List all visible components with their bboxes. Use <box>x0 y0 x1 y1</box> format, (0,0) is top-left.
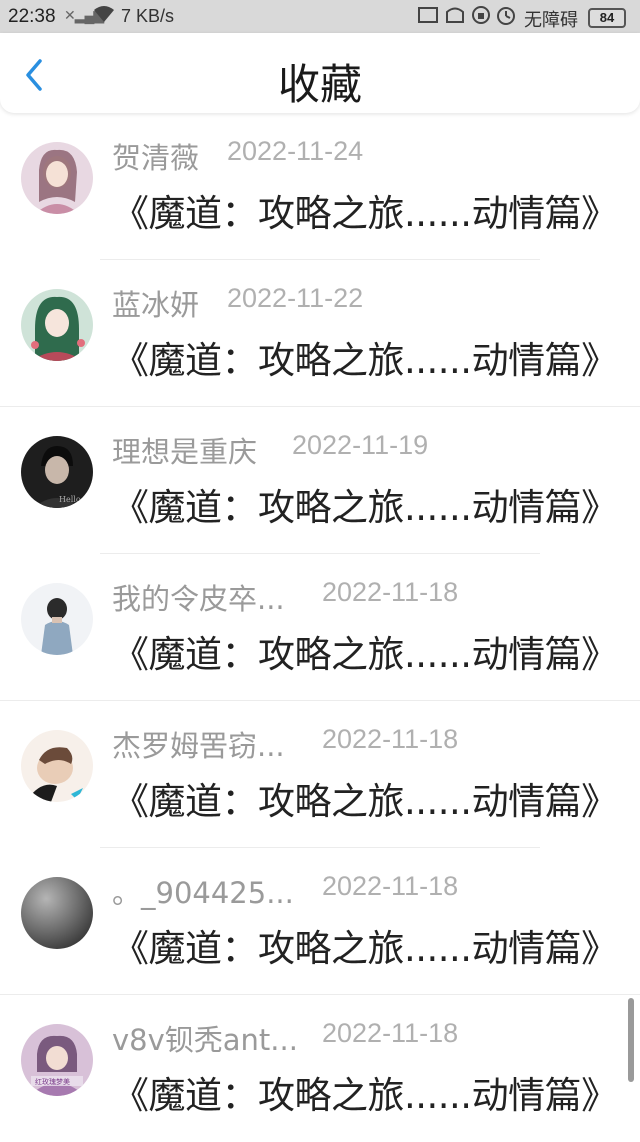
status-bar: 22:38 ✕▂▄▆ 7 KB/s 无障碍 84 <box>0 0 640 33</box>
list-item[interactable]: 杰罗姆罟窃... 2022-11-18 《魔道：攻略之旅......动情篇》 <box>0 701 640 848</box>
list-item[interactable]: 我的令皮卒... 2022-11-18 《魔道：攻略之旅......动情篇》 <box>0 554 640 701</box>
wifi-icon <box>92 4 116 29</box>
list-item[interactable]: 贺清薇 2022-11-24 《魔道：攻略之旅......动情篇》 <box>0 113 640 260</box>
date: 2022-11-18 <box>322 1018 459 1048</box>
avatar[interactable] <box>21 877 93 949</box>
item-title: 《魔道：攻略之旅......动情篇》 <box>112 339 618 382</box>
username: 蓝冰妍 <box>112 288 200 322</box>
item-title: 《魔道：攻略之旅......动情篇》 <box>112 192 618 235</box>
username: 。_904425... <box>112 876 294 910</box>
item-title: 《魔道：攻略之旅......动情篇》 <box>112 486 618 529</box>
header-bar: 收藏 <box>0 33 640 113</box>
notification-icons <box>417 4 517 31</box>
username: 理想是重庆 <box>112 435 258 469</box>
avatar[interactable]: 红玫瑰梦美 <box>21 1024 93 1096</box>
list-item[interactable]: Hello 理想是重庆 2022-11-19 《魔道：攻略之旅......动情篇… <box>0 407 640 554</box>
avatar[interactable] <box>21 142 93 214</box>
list-item[interactable]: 。_904425... 2022-11-18 《魔道：攻略之旅......动情篇… <box>0 848 640 995</box>
avatar[interactable]: Hello <box>21 436 93 508</box>
status-time: 22:38 <box>8 6 56 27</box>
battery-icon: 84 <box>588 8 626 28</box>
date: 2022-11-18 <box>322 577 459 607</box>
item-title: 《魔道：攻略之旅......动情篇》 <box>112 633 618 676</box>
accessibility-label: 无障碍 <box>524 10 578 30</box>
date: 2022-11-19 <box>292 430 429 460</box>
item-title: 《魔道：攻略之旅......动情篇》 <box>112 1074 618 1117</box>
date: 2022-11-24 <box>227 136 364 166</box>
item-title: 《魔道：攻略之旅......动情篇》 <box>112 927 618 970</box>
scrollbar[interactable] <box>628 998 634 1082</box>
avatar[interactable] <box>21 730 93 802</box>
favorites-list: 贺清薇 2022-11-24 《魔道：攻略之旅......动情篇》 蓝冰妍 20… <box>0 113 640 1142</box>
date: 2022-11-18 <box>322 724 459 754</box>
username: v8v钡秃ant... <box>112 1023 298 1057</box>
username: 我的令皮卒... <box>112 582 285 616</box>
username: 杰罗姆罟窃... <box>112 729 285 763</box>
avatar[interactable] <box>21 583 93 655</box>
page-title: 收藏 <box>277 60 362 109</box>
date: 2022-11-22 <box>227 283 364 313</box>
list-item[interactable]: 蓝冰妍 2022-11-22 《魔道：攻略之旅......动情篇》 <box>0 260 640 407</box>
avatar[interactable] <box>21 289 93 361</box>
date: 2022-11-18 <box>322 871 459 901</box>
svg-text:Hello: Hello <box>59 495 81 504</box>
network-speed: 7 KB/s <box>121 6 175 26</box>
username: 贺清薇 <box>112 141 200 175</box>
svg-text:红玫瑰梦美: 红玫瑰梦美 <box>35 1077 70 1086</box>
item-title: 《魔道：攻略之旅......动情篇》 <box>112 780 618 823</box>
list-item[interactable]: 红玫瑰梦美 v8v钡秃ant... 2022-11-18 《魔道：攻略之旅...… <box>0 995 640 1142</box>
